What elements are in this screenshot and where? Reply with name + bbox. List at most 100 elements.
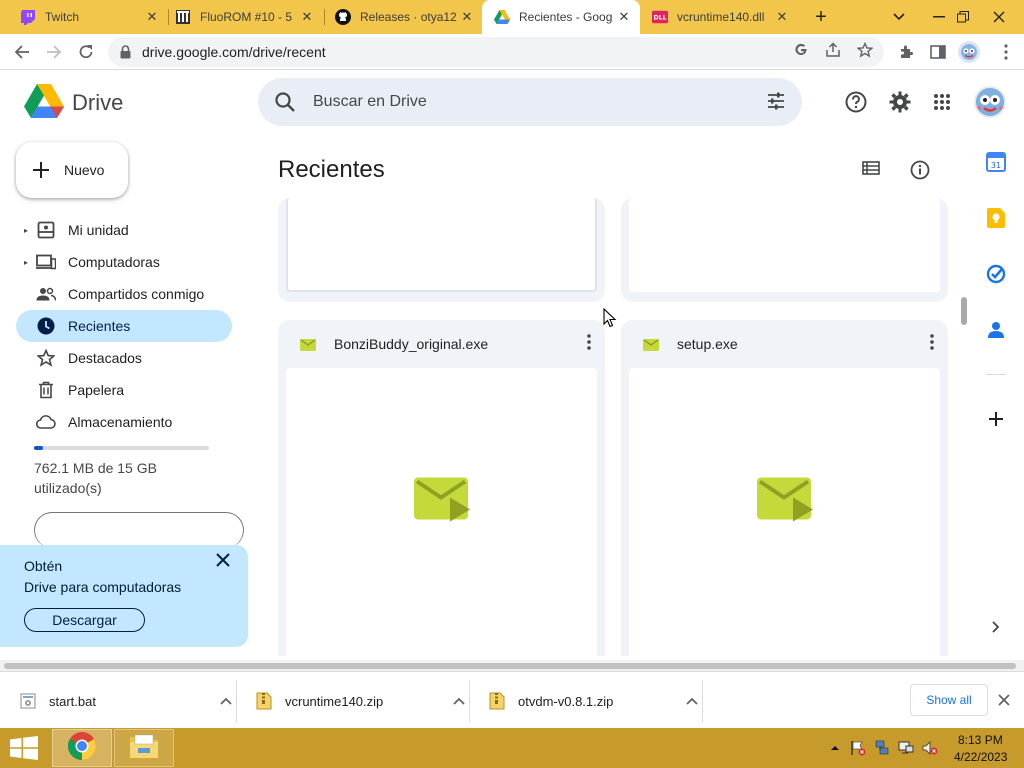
action-center-flag-icon[interactable] bbox=[850, 740, 866, 756]
sidebar-item-label: Compartidos conmigo bbox=[68, 286, 205, 302]
sidebar-item-trash[interactable]: Papelera bbox=[16, 374, 232, 406]
more-options-icon[interactable] bbox=[930, 334, 934, 355]
new-button[interactable]: Nuevo bbox=[16, 142, 128, 198]
list-view-icon[interactable] bbox=[862, 160, 880, 181]
search-input-placeholder[interactable]: Buscar en Drive bbox=[313, 93, 427, 111]
search-filter-icon[interactable] bbox=[766, 91, 786, 116]
close-tab-icon[interactable]: ✕ bbox=[299, 9, 315, 25]
browser-tab[interactable]: Releases · otya12 ✕ bbox=[315, 0, 483, 34]
contacts-icon[interactable] bbox=[984, 318, 1008, 342]
close-downloads-bar-icon[interactable] bbox=[998, 690, 1010, 711]
chevron-up-icon[interactable] bbox=[682, 694, 702, 708]
taskbar-clock-date[interactable]: 4/22/2023 bbox=[954, 750, 1007, 764]
tab-title: Releases · otya12 bbox=[360, 10, 457, 24]
bookmark-star-icon[interactable] bbox=[856, 41, 874, 59]
file-explorer-icon bbox=[129, 733, 159, 764]
sidebar-item-shared-with-me[interactable]: Compartidos conmigo bbox=[16, 278, 232, 310]
file-card[interactable]: BonziBuddy_original.exe bbox=[278, 320, 605, 656]
horizontal-scrollbar[interactable] bbox=[0, 660, 1024, 671]
file-thumbnail bbox=[286, 368, 597, 656]
sidebar-item-recent[interactable]: Recientes bbox=[16, 310, 232, 342]
side-panel-icon[interactable] bbox=[927, 41, 949, 63]
zip-file-icon bbox=[256, 692, 272, 710]
sidebar-item-my-drive[interactable]: ▸ Mi unidad bbox=[16, 214, 232, 246]
account-avatar[interactable] bbox=[974, 86, 1006, 118]
horizontal-scrollbar-thumb[interactable] bbox=[4, 663, 1016, 669]
file-card[interactable]: setup.exe bbox=[621, 320, 948, 656]
close-tab-icon[interactable]: ✕ bbox=[459, 9, 475, 25]
info-icon[interactable] bbox=[910, 160, 930, 185]
calendar-icon[interactable]: 31 bbox=[984, 150, 1008, 174]
show-hidden-icons-icon[interactable] bbox=[827, 740, 843, 756]
browser-menu-icon[interactable] bbox=[995, 41, 1017, 63]
sidebar-item-storage[interactable]: Almacenamiento bbox=[16, 406, 232, 438]
taskbar-clock-time[interactable]: 8:13 PM bbox=[958, 733, 1003, 747]
lock-icon[interactable] bbox=[120, 45, 134, 59]
help-icon[interactable] bbox=[844, 90, 868, 114]
close-tab-icon[interactable]: ✕ bbox=[774, 9, 790, 25]
sidebar-item-computers[interactable]: ▸ Computadoras bbox=[16, 246, 232, 278]
storage-usage-suffix: utilizado(s) bbox=[34, 480, 102, 496]
add-addon-icon[interactable] bbox=[984, 407, 1008, 431]
file-card[interactable] bbox=[278, 198, 605, 302]
browser-tab[interactable]: Twitch ✕ bbox=[0, 0, 168, 34]
reload-button[interactable] bbox=[72, 38, 100, 66]
network-icon[interactable] bbox=[874, 740, 890, 756]
show-all-downloads-button[interactable]: Show all bbox=[910, 684, 988, 716]
close-promo-icon[interactable] bbox=[215, 551, 231, 574]
browser-tab[interactable]: FluoROM #10 - 5 ✕ bbox=[155, 0, 323, 34]
search-icon[interactable] bbox=[274, 91, 296, 118]
tasks-icon[interactable] bbox=[984, 262, 1008, 286]
address-bar[interactable]: drive.google.com/drive/recent bbox=[108, 37, 884, 67]
clock-icon bbox=[36, 316, 56, 336]
github-icon bbox=[335, 9, 351, 25]
sidebar-item-label: Computadoras bbox=[68, 254, 160, 270]
url-text: drive.google.com/drive/recent bbox=[142, 44, 326, 60]
google-apps-grid-icon[interactable] bbox=[930, 90, 954, 114]
download-item[interactable]: otvdm-v0.8.1.zip bbox=[469, 680, 702, 722]
windows-start-icon[interactable] bbox=[10, 736, 38, 760]
close-window-icon[interactable] bbox=[976, 0, 1022, 34]
taskbar-file-explorer-button[interactable] bbox=[114, 729, 174, 767]
chevron-up-icon[interactable] bbox=[449, 694, 469, 708]
get-more-storage-button[interactable] bbox=[34, 512, 244, 548]
keep-icon[interactable] bbox=[984, 206, 1008, 230]
settings-gear-icon[interactable] bbox=[888, 90, 912, 114]
file-card[interactable] bbox=[621, 198, 948, 302]
promo-subtitle: Drive para computadoras bbox=[24, 579, 182, 595]
taskbar-chrome-button[interactable] bbox=[52, 729, 112, 767]
forward-button[interactable] bbox=[40, 38, 68, 66]
google-lens-icon[interactable] bbox=[792, 41, 810, 59]
zip-file-icon bbox=[489, 692, 505, 710]
close-tab-icon[interactable]: ✕ bbox=[616, 9, 632, 25]
sidebar-item-starred[interactable]: Destacados bbox=[16, 342, 232, 374]
page-icon bbox=[175, 9, 191, 25]
page-title: Recientes bbox=[278, 156, 385, 183]
volume-muted-icon[interactable] bbox=[922, 740, 938, 756]
sidebar-item-label: Almacenamiento bbox=[68, 414, 173, 430]
chevron-up-icon[interactable] bbox=[216, 694, 236, 708]
download-item[interactable]: vcruntime140.zip bbox=[236, 680, 469, 722]
drive-search-bar[interactable]: Buscar en Drive bbox=[258, 78, 802, 126]
monitor-tray-icon[interactable] bbox=[898, 740, 914, 756]
drive-desktop-promo: Obtén Drive para computadoras Descargar bbox=[0, 545, 248, 647]
new-tab-button[interactable]: + bbox=[798, 0, 844, 34]
expand-caret-icon[interactable]: ▸ bbox=[24, 226, 36, 235]
download-file-name: otvdm-v0.8.1.zip bbox=[518, 693, 614, 709]
vertical-scrollbar[interactable] bbox=[961, 297, 967, 325]
browser-tab[interactable]: DLL vcruntime140.dll ✕ bbox=[640, 0, 798, 34]
back-button[interactable] bbox=[8, 38, 36, 66]
extensions-icon[interactable] bbox=[895, 41, 917, 63]
download-item[interactable]: start.bat bbox=[0, 680, 236, 722]
share-icon[interactable] bbox=[824, 41, 842, 59]
expand-panel-icon[interactable] bbox=[984, 615, 1008, 639]
browser-toolbar: drive.google.com/drive/recent bbox=[0, 34, 1024, 70]
expand-caret-icon[interactable]: ▸ bbox=[24, 258, 36, 267]
google-drive-logo[interactable] bbox=[24, 84, 64, 120]
twitch-icon bbox=[20, 9, 36, 25]
cloud-icon bbox=[36, 412, 56, 432]
download-button[interactable]: Descargar bbox=[24, 608, 145, 632]
browser-tab-active[interactable]: Recientes - Goog ✕ bbox=[482, 0, 640, 34]
profile-avatar-icon[interactable] bbox=[958, 41, 980, 63]
more-options-icon[interactable] bbox=[587, 334, 591, 355]
